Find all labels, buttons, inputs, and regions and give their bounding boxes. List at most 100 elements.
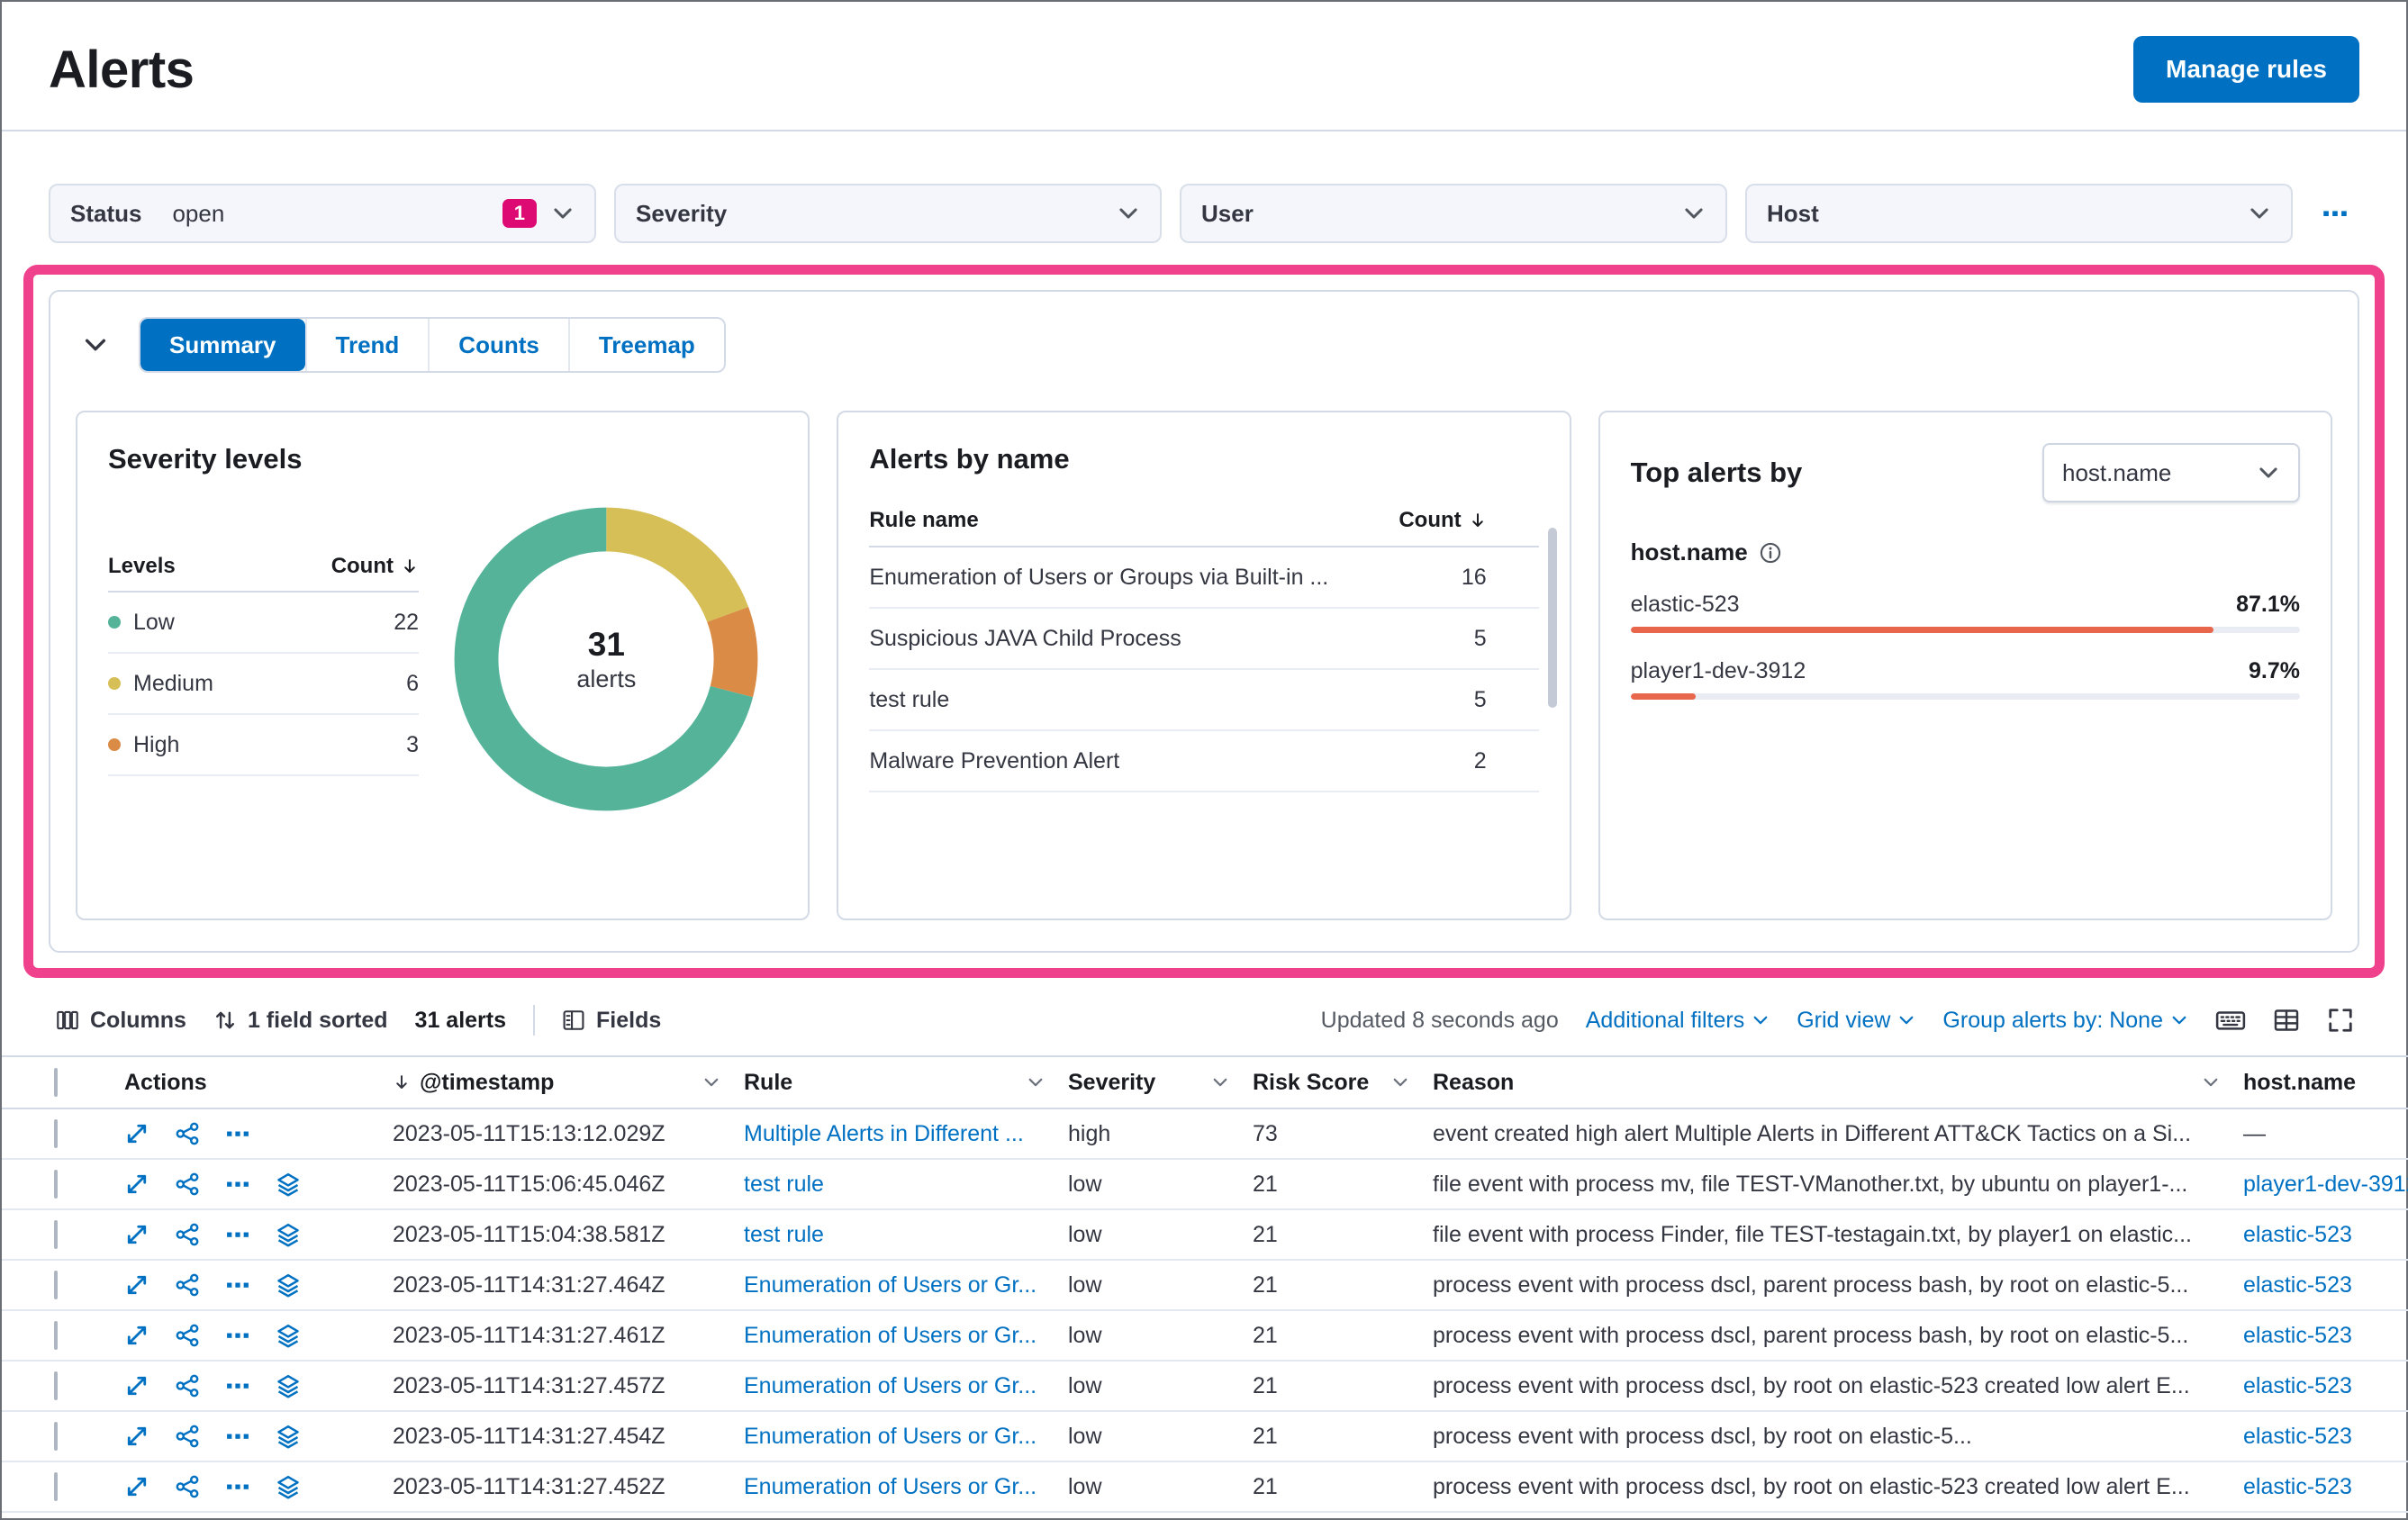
header-host-name[interactable]: host.name xyxy=(2243,1070,2408,1096)
info-icon[interactable] xyxy=(1759,541,1782,565)
chevron-down-icon[interactable] xyxy=(2202,1073,2220,1091)
more-actions-button[interactable] xyxy=(225,1172,250,1197)
analyze-event-button[interactable] xyxy=(175,1121,200,1146)
more-actions-button[interactable] xyxy=(225,1323,250,1348)
grid-view-button[interactable]: Grid view xyxy=(1797,1008,1915,1034)
host-name-link[interactable]: elastic-523 xyxy=(2243,1323,2352,1348)
rule-link[interactable]: Enumeration of Users or Gr... xyxy=(744,1323,1037,1348)
expand-alert-button[interactable] xyxy=(124,1323,149,1348)
count-col[interactable]: Count xyxy=(1399,508,1486,533)
reason-cell[interactable]: event created high alert Multiple Alerts… xyxy=(1433,1121,2243,1147)
host-name-link[interactable]: elastic-523 xyxy=(2243,1272,2352,1298)
top-alerts-field-select[interactable]: host.name xyxy=(2041,443,2300,502)
analyze-event-button[interactable] xyxy=(175,1323,200,1348)
header-risk-score[interactable]: Risk Score xyxy=(1253,1070,1433,1096)
chevron-down-icon[interactable] xyxy=(1027,1073,1045,1091)
expand-alert-button[interactable] xyxy=(124,1222,149,1247)
more-actions-button[interactable] xyxy=(225,1222,250,1247)
host-name-link[interactable]: player1-dev-3912 xyxy=(2243,1172,2408,1197)
host-name-link[interactable]: elastic-523 xyxy=(2243,1373,2352,1398)
additional-filters-button[interactable]: Additional filters xyxy=(1586,1008,1770,1034)
reason-cell[interactable]: process event with process dscl, by root… xyxy=(1433,1373,2243,1399)
chart-tab[interactable]: Counts xyxy=(428,319,568,371)
rule-link[interactable]: Enumeration of Users or Gr... xyxy=(744,1474,1037,1499)
expand-alert-button[interactable] xyxy=(124,1424,149,1449)
row-checkbox[interactable] xyxy=(54,1270,58,1299)
session-view-button[interactable] xyxy=(276,1424,301,1449)
more-actions-button[interactable] xyxy=(225,1424,250,1449)
expand-alert-button[interactable] xyxy=(124,1272,149,1298)
filter-severity[interactable]: Severity xyxy=(614,184,1162,243)
grid-density-button[interactable] xyxy=(2273,1007,2300,1034)
header-timestamp[interactable]: @timestamp xyxy=(393,1070,744,1096)
manage-rules-button[interactable]: Manage rules xyxy=(2133,36,2359,103)
header-reason[interactable]: Reason xyxy=(1433,1070,2243,1096)
rule-link[interactable]: Multiple Alerts in Different ... xyxy=(744,1121,1024,1146)
more-actions-button[interactable] xyxy=(225,1373,250,1398)
fullscreen-button[interactable] xyxy=(2327,1007,2354,1034)
rule-link[interactable]: test rule xyxy=(744,1172,824,1197)
expand-alert-button[interactable] xyxy=(124,1121,149,1146)
chart-tab[interactable]: Summary xyxy=(140,319,305,371)
severity-col-count[interactable]: Count xyxy=(331,554,419,579)
filter-menu-button[interactable] xyxy=(2311,189,2359,238)
expand-alert-button[interactable] xyxy=(124,1474,149,1499)
expand-alert-button[interactable] xyxy=(124,1373,149,1398)
filter-user[interactable]: User xyxy=(1180,184,1727,243)
reason-cell[interactable]: file event with process mv, file TEST-VM… xyxy=(1433,1172,2243,1198)
session-view-button[interactable] xyxy=(276,1323,301,1348)
rule-link[interactable]: Enumeration of Users or Gr... xyxy=(744,1424,1037,1449)
reason-cell[interactable]: process event with process dscl, by root… xyxy=(1433,1474,2243,1500)
expand-alert-button[interactable] xyxy=(124,1172,149,1197)
analyze-event-button[interactable] xyxy=(175,1373,200,1398)
keyboard-shortcuts-button[interactable] xyxy=(2215,1005,2246,1036)
row-checkbox[interactable] xyxy=(54,1421,58,1451)
analyze-event-button[interactable] xyxy=(175,1222,200,1247)
header-severity[interactable]: Severity xyxy=(1068,1070,1253,1096)
chevron-down-icon[interactable] xyxy=(702,1073,720,1091)
host-name-link[interactable]: elastic-523 xyxy=(2243,1474,2352,1499)
row-checkbox[interactable] xyxy=(54,1320,58,1350)
reason-cell[interactable]: process event with process dscl, parent … xyxy=(1433,1272,2243,1298)
analyze-event-button[interactable] xyxy=(175,1474,200,1499)
rule-link[interactable]: test rule xyxy=(744,1222,824,1247)
rule-link[interactable]: Enumeration of Users or Gr... xyxy=(744,1272,1037,1298)
filter-host[interactable]: Host xyxy=(1745,184,2293,243)
session-view-button[interactable] xyxy=(276,1272,301,1298)
chevron-down-icon[interactable] xyxy=(1211,1073,1229,1091)
analyze-event-button[interactable] xyxy=(175,1172,200,1197)
scrollbar-thumb[interactable] xyxy=(1547,528,1557,708)
host-name-link[interactable]: elastic-523 xyxy=(2243,1222,2352,1247)
header-rule[interactable]: Rule xyxy=(744,1070,1068,1096)
rule-link[interactable]: Enumeration of Users or Gr... xyxy=(744,1373,1037,1398)
session-view-button[interactable] xyxy=(276,1172,301,1197)
analyze-event-button[interactable] xyxy=(175,1272,200,1298)
select-all-checkbox[interactable] xyxy=(54,1067,58,1097)
chart-tab[interactable]: Trend xyxy=(304,319,429,371)
row-checkbox[interactable] xyxy=(54,1471,58,1501)
reason-cell[interactable]: process event with process dscl, parent … xyxy=(1433,1323,2243,1349)
session-view-button[interactable] xyxy=(276,1373,301,1398)
row-checkbox[interactable] xyxy=(54,1219,58,1249)
row-checkbox[interactable] xyxy=(54,1371,58,1400)
collapse-charts-button[interactable] xyxy=(76,325,115,365)
chart-tab[interactable]: Treemap xyxy=(567,319,724,371)
more-actions-button[interactable] xyxy=(225,1474,250,1499)
session-view-button[interactable] xyxy=(276,1474,301,1499)
filter-status[interactable]: Status open 1 xyxy=(49,184,596,243)
more-actions-button[interactable] xyxy=(225,1121,250,1146)
row-checkbox[interactable] xyxy=(54,1169,58,1199)
chevron-down-icon[interactable] xyxy=(1391,1073,1409,1091)
sorted-fields-button[interactable]: 1 field sorted xyxy=(213,1008,388,1034)
severity-level-count: 3 xyxy=(406,731,419,757)
fields-button[interactable]: Fields xyxy=(562,1008,661,1034)
columns-button[interactable]: Columns xyxy=(56,1008,186,1034)
row-checkbox[interactable] xyxy=(54,1118,58,1148)
analyze-event-button[interactable] xyxy=(175,1424,200,1449)
group-alerts-by-button[interactable]: Group alerts by: None xyxy=(1942,1008,2188,1034)
more-actions-button[interactable] xyxy=(225,1272,250,1298)
reason-cell[interactable]: file event with process Finder, file TES… xyxy=(1433,1222,2243,1248)
host-name-link[interactable]: elastic-523 xyxy=(2243,1424,2352,1449)
session-view-button[interactable] xyxy=(276,1222,301,1247)
reason-cell[interactable]: process event with process dscl, by root… xyxy=(1433,1424,2243,1450)
